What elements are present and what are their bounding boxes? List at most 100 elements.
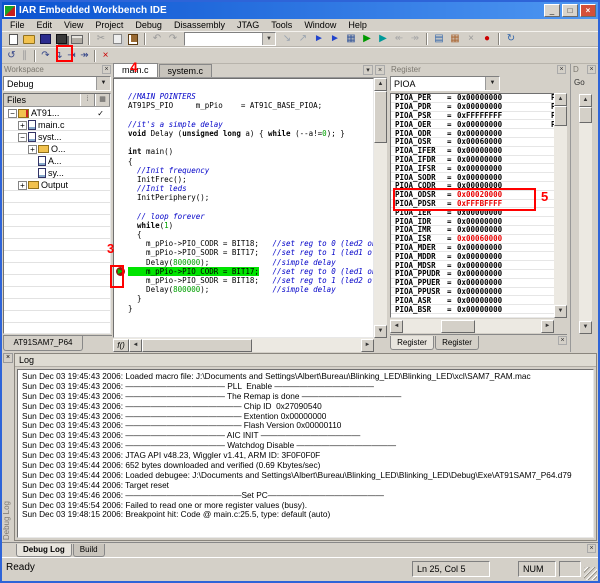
register-vertical-scrollbar[interactable]: ▲ ▼ <box>554 93 567 318</box>
code-line[interactable]: while(1) <box>128 221 373 230</box>
configuration-select[interactable]: Debug ▼ <box>3 76 111 91</box>
collapse-icon[interactable]: − <box>8 109 17 118</box>
find-previous-button[interactable]: ↗ <box>295 32 311 47</box>
menu-help[interactable]: Help <box>342 20 373 30</box>
scroll-left-icon[interactable]: ◄ <box>390 320 403 333</box>
code-line[interactable] <box>128 111 373 120</box>
save-button[interactable] <box>37 32 53 47</box>
code-line[interactable]: //it's a simple delay <box>128 120 373 129</box>
scroll-down-icon[interactable]: ▼ <box>579 321 592 334</box>
code-line[interactable]: } <box>128 294 373 303</box>
register-horizontal-scrollbar[interactable]: ◄ ► <box>390 319 554 333</box>
toolbar-combo[interactable]: ▼ <box>184 32 276 46</box>
navigate-forward-button[interactable]: ► <box>311 32 327 47</box>
column-options-icon[interactable]: ▦ <box>95 94 110 106</box>
minimize-button[interactable]: _ <box>544 4 560 17</box>
code-line[interactable]: //MAIN POINTERS <box>128 92 373 101</box>
menu-view[interactable]: View <box>58 20 89 30</box>
expand-icon[interactable]: + <box>28 145 37 154</box>
open-windows-button[interactable]: ▦ <box>343 32 359 47</box>
tree-item-a[interactable]: A... <box>4 155 110 167</box>
code-line[interactable]: } <box>128 304 373 313</box>
column-sort-icon[interactable]: ⁞ <box>80 94 95 106</box>
code-line[interactable]: void Delay (unsigned long a) { while (--… <box>128 129 373 138</box>
code-line[interactable]: Delay(800000); //simple delay <box>128 258 373 267</box>
go-button[interactable]: ⇥ <box>65 49 78 63</box>
code-line[interactable]: { <box>128 157 373 166</box>
scroll-thumb[interactable] <box>374 91 387 143</box>
step-over-button[interactable]: ↷ <box>39 49 52 63</box>
close-workspace-icon[interactable]: × <box>102 65 111 74</box>
register-tab-1[interactable]: Register <box>390 336 434 350</box>
print-button[interactable] <box>69 32 85 47</box>
scroll-up-icon[interactable]: ▲ <box>374 78 387 91</box>
break-button[interactable]: ∥ <box>18 49 31 63</box>
code-line[interactable]: Delay(800000); //simple delay <box>128 285 373 294</box>
register-group-select[interactable]: PIOA ▼ <box>390 76 500 91</box>
close-document-icon[interactable]: × <box>375 65 385 75</box>
restart-debugger-button[interactable]: ↻ <box>503 32 519 47</box>
chevron-down-icon[interactable]: ▼ <box>96 77 110 90</box>
save-all-button[interactable] <box>53 32 69 47</box>
scroll-up-icon[interactable]: ▲ <box>554 93 567 106</box>
debug-button[interactable]: ● <box>479 32 495 47</box>
log-body[interactable]: Sun Dec 03 19:45:43 2006: Loaded macro f… <box>17 369 594 538</box>
scroll-right-icon[interactable]: ► <box>361 339 374 352</box>
tree-item-at91[interactable]: −AT91...✓ <box>4 107 110 119</box>
new-document-button[interactable] <box>5 32 21 47</box>
scroll-down-icon[interactable]: ▼ <box>554 305 567 318</box>
code-line[interactable]: { <box>128 230 373 239</box>
run-to-cursor-button[interactable]: ↠ <box>78 49 91 63</box>
code-line[interactable]: InitFrec(); <box>128 175 373 184</box>
code-line[interactable]: //Init leds <box>128 184 373 193</box>
find-next-button[interactable]: ↘ <box>279 32 295 47</box>
make-button[interactable]: ▶ <box>359 32 375 47</box>
register-tab-2[interactable]: Register <box>435 336 479 350</box>
next-error-button[interactable]: ↠ <box>407 32 423 47</box>
tab-list-icon[interactable]: ▾ <box>363 65 373 75</box>
tree-item-sy[interactable]: sy... <box>4 167 110 179</box>
menu-tools[interactable]: Tools <box>265 20 298 30</box>
editor-tab-system-c[interactable]: system.c <box>159 64 213 77</box>
code-line[interactable]: AT91PS_PIO m_pPio = AT91C_BASE_PIOA; <box>128 101 373 110</box>
expand-icon[interactable]: + <box>18 121 27 130</box>
code-line[interactable]: m_pPio->PIO_SODR = BIT18; //set reg to 1… <box>128 276 373 285</box>
close-disassembly-icon[interactable]: × <box>587 65 596 74</box>
scroll-right-icon[interactable]: ► <box>541 320 554 333</box>
tree-item-output[interactable]: +Output <box>4 179 110 191</box>
code-line[interactable] <box>128 138 373 147</box>
project-graph-button[interactable]: ▦ <box>447 32 463 47</box>
scroll-down-icon[interactable]: ▼ <box>374 325 387 338</box>
code-line[interactable]: InitPeriphery(); <box>128 193 373 202</box>
cut-button[interactable]: ✂ <box>93 32 109 47</box>
close-log-icon[interactable]: × <box>3 353 13 363</box>
scroll-left-icon[interactable]: ◄ <box>129 339 142 352</box>
redo-button[interactable]: ↷ <box>165 32 181 47</box>
step-into-button[interactable]: ↴ <box>52 49 65 63</box>
source-browser-button[interactable]: ▤ <box>431 32 447 47</box>
chevron-down-icon[interactable]: ▼ <box>262 33 275 45</box>
tree-item-syst[interactable]: −syst... <box>4 131 110 143</box>
resize-grip[interactable] <box>584 567 597 580</box>
remove-button[interactable]: × <box>463 32 479 47</box>
editor-tab-main-c[interactable]: main.c <box>113 63 158 77</box>
code-line[interactable]: m_pPio->PIO_CODR = BIT17; //set reg to 0… <box>128 267 373 276</box>
menu-window[interactable]: Window <box>298 20 342 30</box>
maximize-button[interactable]: □ <box>562 4 578 17</box>
workspace-tab-at91sam7[interactable]: AT91SAM7_P64 <box>3 336 83 351</box>
reset-button[interactable]: ↺ <box>5 49 18 63</box>
compile-button[interactable]: ▶ <box>375 32 391 47</box>
chevron-down-icon[interactable]: ▼ <box>485 77 499 90</box>
register-row-pioa_bsr[interactable]: PIOA_BSR=0x00000000 <box>391 305 566 314</box>
scroll-thumb[interactable] <box>554 106 567 126</box>
close-button[interactable]: × <box>580 4 596 17</box>
code-line[interactable]: //Init frequency <box>128 166 373 175</box>
editor-vertical-scrollbar[interactable]: ▲ ▼ <box>374 78 387 338</box>
scroll-thumb[interactable] <box>441 320 475 333</box>
menu-edit[interactable]: Edit <box>31 20 59 30</box>
editor-horizontal-scrollbar[interactable] <box>142 339 361 352</box>
code-editor[interactable]: //MAIN POINTERSAT91PS_PIO m_pPio = AT91C… <box>113 78 374 338</box>
expand-icon[interactable]: + <box>18 181 27 190</box>
code-line[interactable] <box>128 202 373 211</box>
tree-item-o[interactable]: +O... <box>4 143 110 155</box>
